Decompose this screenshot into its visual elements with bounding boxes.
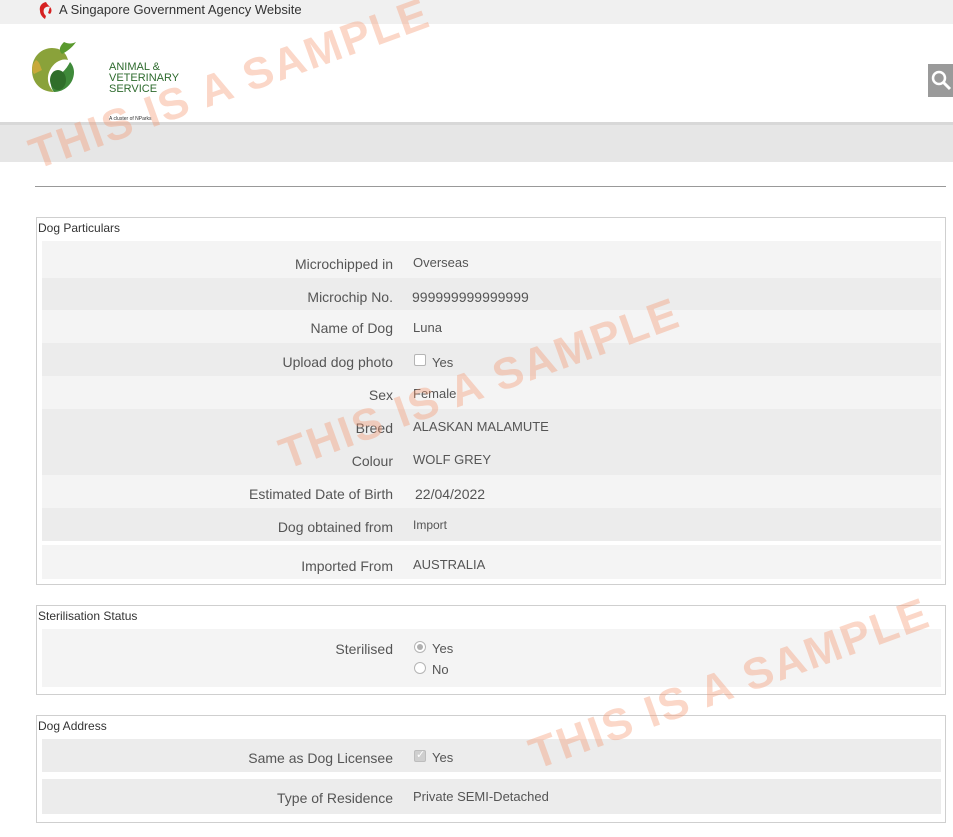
avs-logo-mark-icon [32, 42, 76, 92]
field-label: Breed [355, 420, 393, 436]
gov-masthead: A Singapore Government Agency Website [0, 0, 953, 24]
row-sterilised: Sterilised Yes No [42, 629, 941, 687]
row-microchipped-in: Microchipped in Overseas [42, 241, 941, 278]
checkbox-label: Yes [432, 750, 454, 765]
field-value: Female [413, 386, 457, 401]
avs-logo[interactable]: ANIMAL & VETERINARY SERVICE A cluster of… [28, 40, 179, 122]
radio-label-no: No [432, 662, 449, 677]
field-label: Upload dog photo [282, 354, 393, 370]
same-as-licensee-checkbox[interactable] [414, 748, 426, 762]
row-microchip-no: Microchip No. 999999999999999 [42, 278, 941, 310]
field-label: Dog obtained from [277, 519, 393, 535]
search-button[interactable] [928, 64, 953, 97]
field-value: ALASKAN MALAMUTE [413, 419, 549, 434]
gov-masthead-text: A Singapore Government Agency Website [59, 2, 302, 17]
field-value: AUSTRALIA [413, 557, 486, 572]
row-imported-from: Imported From AUSTRALIA [42, 545, 941, 579]
sterilised-yes-radio[interactable] [414, 641, 426, 653]
field-label: Type of Residence [277, 790, 393, 806]
field-label: Microchip No. [307, 289, 393, 305]
row-sex: Sex Female [42, 376, 941, 409]
lion-head-icon [39, 2, 52, 19]
row-colour: Colour WOLF GREY [42, 442, 941, 475]
row-dog-obtained-from: Dog obtained from Import [42, 508, 941, 541]
sterilised-no-radio[interactable] [414, 662, 426, 674]
row-name-of-dog: Name of Dog Luna [42, 310, 941, 343]
field-label: Colour [351, 453, 393, 469]
field-value: WOLF GREY [413, 452, 492, 467]
row-estimated-dob: Estimated Date of Birth 22/04/2022 [42, 475, 941, 508]
row-type-of-residence: Type of Residence Private SEMI-Detached [42, 779, 941, 814]
field-value: Overseas [413, 255, 469, 270]
site-header: ANIMAL & VETERINARY SERVICE A cluster of… [0, 24, 953, 125]
field-label: Same as Dog Licensee [248, 750, 393, 766]
field-value: Import [413, 518, 448, 532]
row-same-as-licensee: Same as Dog Licensee Yes [42, 739, 941, 772]
section-legend: Dog Address [38, 719, 107, 733]
checkbox-label: Yes [432, 355, 454, 370]
sterilisation-section: Sterilisation Status Sterilised Yes No [36, 605, 946, 695]
radio-label-yes: Yes [432, 641, 454, 656]
row-upload-dog-photo: Upload dog photo Yes [42, 343, 941, 376]
search-icon [931, 70, 952, 91]
logo-line-3: SERVICE [109, 83, 158, 95]
field-value: Private SEMI-Detached [413, 789, 549, 804]
upload-photo-checkbox[interactable] [414, 354, 426, 366]
field-label: Imported From [301, 558, 393, 574]
field-value: 999999999999999 [412, 289, 529, 305]
field-label: Microchipped in [294, 256, 393, 272]
section-legend: Sterilisation Status [38, 609, 138, 623]
field-label: Sex [368, 387, 393, 403]
field-label: Name of Dog [310, 320, 393, 336]
title-divider [35, 186, 946, 187]
row-breed: Breed ALASKAN MALAMUTE [42, 409, 941, 442]
field-label: Estimated Date of Birth [249, 486, 393, 502]
section-legend: Dog Particulars [38, 221, 121, 235]
field-value: Luna [413, 320, 442, 335]
logo-subtitle: A cluster of NParks [109, 116, 152, 122]
nav-band [0, 125, 953, 162]
dog-address-section: Dog Address Same as Dog Licensee Yes Typ… [36, 715, 946, 823]
field-label: Sterilised [335, 641, 393, 657]
field-value: 22/04/2022 [415, 486, 486, 502]
dog-particulars-section: Dog Particulars Microchipped in Overseas… [36, 217, 946, 585]
